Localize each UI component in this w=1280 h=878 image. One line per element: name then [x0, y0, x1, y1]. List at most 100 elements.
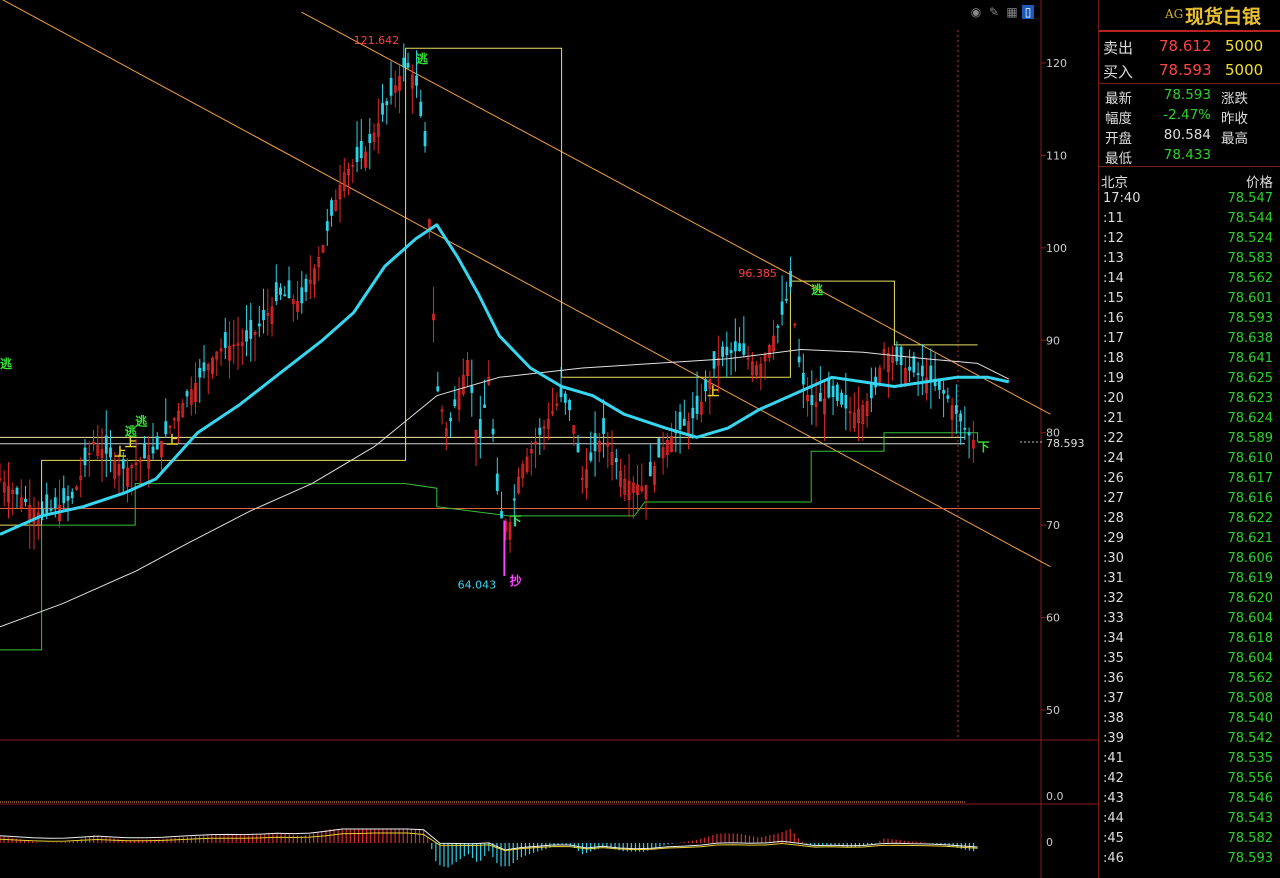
- tick-price: 78.621: [1227, 531, 1274, 546]
- candle-body: [470, 385, 474, 393]
- candle-body: [83, 447, 87, 466]
- tick-price: 78.542: [1227, 731, 1274, 746]
- tick-price: 78.601: [1227, 291, 1274, 306]
- signal-marker: 下: [510, 514, 522, 528]
- candle-body: [287, 280, 291, 299]
- tick-price: 78.535: [1227, 751, 1274, 766]
- tick-time: :32: [1103, 591, 1124, 606]
- upper-step-line: [0, 47, 978, 526]
- tick-row: :29 78.621: [1099, 530, 1280, 550]
- candle-body: [869, 382, 873, 399]
- extreme-label: 121.642: [354, 34, 400, 47]
- tick-time: :33: [1103, 611, 1124, 626]
- candle-body: [908, 366, 911, 371]
- tick-price: 78.610: [1227, 451, 1274, 466]
- tick-row: :39 78.542: [1099, 730, 1280, 750]
- tick-time: :26: [1103, 471, 1124, 486]
- tick-row: :22 78.589: [1099, 430, 1280, 450]
- candle-body: [895, 346, 899, 362]
- y-tick-label: 120: [1046, 57, 1067, 70]
- tick-row: :34 78.618: [1099, 630, 1280, 650]
- price-chart[interactable]: 506070809010011012078.5930.00121.64296.3…: [0, 0, 1098, 878]
- candle-body: [423, 131, 427, 147]
- signal-marker: 上: [166, 432, 178, 447]
- tick-header: 北京 价格: [1099, 170, 1280, 191]
- quote-panel: AG 现货白银 卖出 78.612 5000 买入 78.593 5000 最新…: [1098, 0, 1280, 878]
- y-tick-label: 110: [1046, 149, 1067, 162]
- candle-body: [512, 498, 516, 501]
- candle-body: [257, 323, 261, 327]
- tick-row: :45 78.582: [1099, 830, 1280, 850]
- candle-body: [682, 418, 686, 426]
- tick-row: :33 78.604: [1099, 610, 1280, 630]
- candle-body: [721, 346, 724, 357]
- tick-price: 78.589: [1227, 431, 1274, 446]
- candle-body: [954, 405, 958, 414]
- tick-time: 17:40: [1103, 191, 1141, 206]
- candle-body: [593, 433, 597, 452]
- tick-price: 78.582: [1227, 831, 1274, 846]
- candle-body: [818, 392, 822, 402]
- candle-body: [733, 341, 737, 352]
- candle-body: [563, 393, 567, 403]
- candle-body: [725, 346, 729, 356]
- tick-time: :30: [1103, 551, 1124, 566]
- y-tick-label: 70: [1046, 519, 1060, 532]
- tick-time: :46: [1103, 851, 1124, 866]
- tick-time: :44: [1103, 811, 1124, 826]
- candle-body: [797, 356, 801, 363]
- eye-icon[interactable]: ◉: [968, 5, 984, 19]
- tick-row: :21 78.624: [1099, 410, 1280, 430]
- tick-row: :11 78.544: [1099, 210, 1280, 230]
- trend-line: [301, 11, 1051, 415]
- window-icon[interactable]: ▯: [1022, 5, 1034, 19]
- candle-body: [657, 438, 661, 458]
- candle-body: [249, 320, 253, 339]
- candle-body: [538, 427, 542, 435]
- extreme-label: 64.043: [458, 579, 497, 592]
- tick-price: 78.620: [1227, 591, 1274, 606]
- sell-row[interactable]: 卖出 78.612 5000: [1099, 34, 1280, 58]
- tick-time: :16: [1103, 311, 1124, 326]
- buy-row[interactable]: 买入 78.593 5000: [1099, 58, 1280, 82]
- signal-marker: 逃: [811, 282, 824, 297]
- candle-body: [738, 343, 741, 351]
- candle-body: [742, 343, 746, 355]
- tick-time: :19: [1103, 371, 1124, 386]
- candle-body: [49, 508, 53, 511]
- y-tick-label: 100: [1046, 242, 1067, 255]
- quote-stat-label: 最新: [1105, 91, 1132, 107]
- candle-body: [109, 447, 112, 458]
- tick-time: :43: [1103, 791, 1124, 806]
- tick-price: 78.606: [1227, 551, 1274, 566]
- tick-row: :13 78.583: [1099, 250, 1280, 270]
- candle-body: [283, 294, 287, 297]
- candle-body: [789, 270, 792, 287]
- candle-body: [223, 332, 227, 348]
- candle-body: [330, 200, 333, 216]
- quote-stat-row: 幅度 -2.47% 昨收: [1099, 106, 1280, 127]
- grid-icon[interactable]: ▦: [1004, 5, 1020, 19]
- edit-icon[interactable]: ✎: [986, 5, 1002, 19]
- candle-body: [495, 473, 499, 491]
- candle-body: [24, 498, 27, 502]
- candle-body: [942, 389, 945, 394]
- symbol-name[interactable]: 现货白银: [1185, 2, 1261, 29]
- tick-price: 78.540: [1227, 711, 1274, 726]
- tick-row: :26 78.617: [1099, 470, 1280, 490]
- candle-body: [274, 282, 278, 302]
- tick-row: :44 78.543: [1099, 810, 1280, 830]
- tick-price: 78.622: [1227, 511, 1274, 526]
- sell-label: 卖出: [1103, 39, 1134, 57]
- candle-body: [389, 77, 393, 96]
- signal-marker: 逃: [416, 51, 429, 66]
- candle-body: [355, 146, 359, 163]
- candle-body: [121, 459, 125, 469]
- candle-body: [66, 496, 70, 501]
- tick-row: :31 78.619: [1099, 570, 1280, 590]
- tick-price: 78.623: [1227, 391, 1274, 406]
- divider: [1099, 166, 1280, 167]
- tick-price: 78.544: [1227, 211, 1274, 226]
- tick-price: 78.616: [1227, 491, 1274, 506]
- candle-body: [279, 287, 282, 295]
